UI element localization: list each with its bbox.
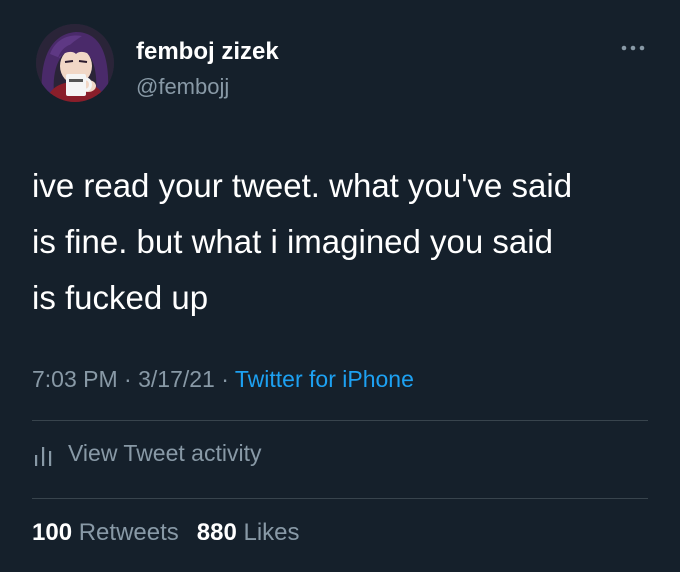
tweet-card: femboj zizek @fembojj ive read your twee…: [0, 0, 680, 572]
divider: [32, 420, 648, 421]
view-tweet-activity-label: View Tweet activity: [68, 440, 262, 466]
more-options-icon[interactable]: [618, 40, 648, 56]
tweet-date[interactable]: 3/17/21: [138, 366, 215, 392]
ellipsis-icon: [621, 45, 645, 51]
tweet-meta: 7:03 PM · 3/17/21 · Twitter for iPhone: [32, 366, 414, 393]
author-handle[interactable]: @fembojj: [136, 74, 229, 100]
retweets-count: 100: [32, 519, 73, 546]
likes-label: Likes: [243, 519, 300, 546]
anime-avatar-with-mug-icon: [36, 24, 114, 102]
meta-separator: ·: [214, 366, 235, 392]
view-tweet-activity-link[interactable]: View Tweet activity: [32, 440, 261, 467]
tweet-text: ive read your tweet. what you've said is…: [32, 167, 573, 316]
analytics-bars-icon: [32, 441, 56, 467]
author-display-name[interactable]: femboj zizek: [136, 38, 279, 66]
meta-separator: ·: [117, 366, 139, 392]
retweets-label: Retweets: [78, 519, 179, 546]
tweet-time[interactable]: 7:03 PM: [32, 366, 118, 392]
divider: [32, 498, 648, 499]
avatar[interactable]: [36, 24, 114, 102]
retweets-stat[interactable]: 100 Retweets: [32, 519, 179, 546]
likes-stat[interactable]: 880 Likes: [197, 519, 300, 546]
tweet-source-link[interactable]: Twitter for iPhone: [235, 366, 414, 392]
likes-count: 880: [196, 519, 237, 546]
tweet-stats: 100 Retweets 880 Likes: [32, 519, 300, 547]
